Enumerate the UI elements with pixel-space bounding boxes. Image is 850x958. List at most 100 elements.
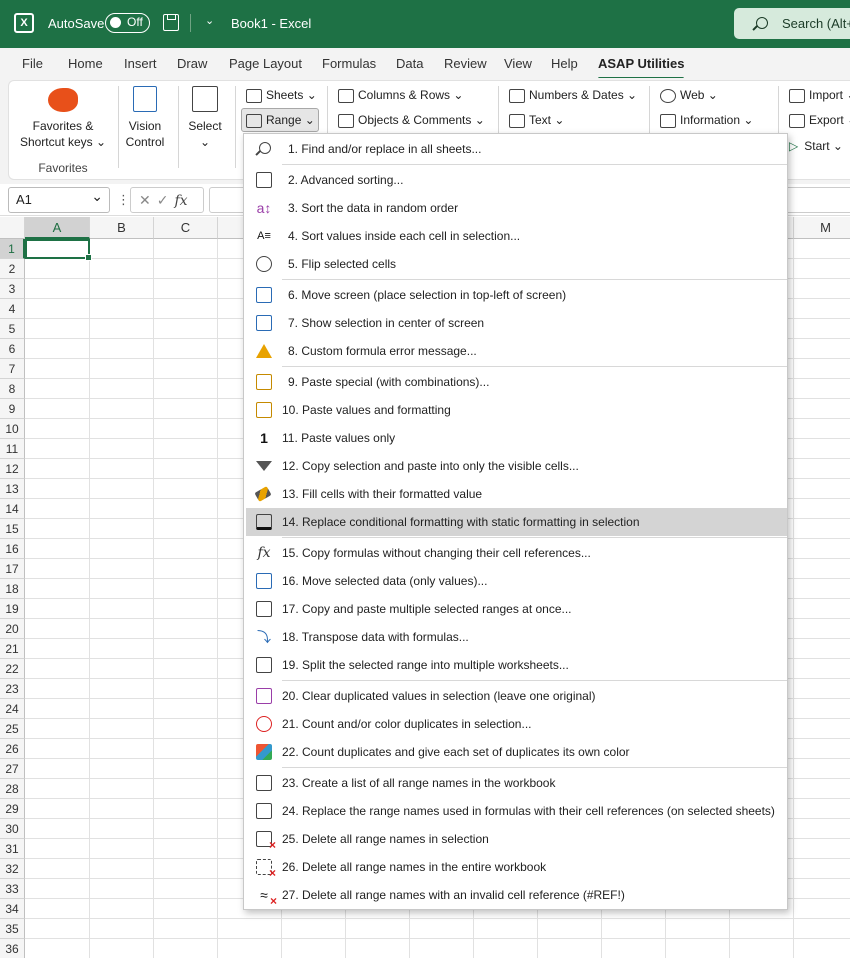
vision-control-button[interactable]: Vision Control (120, 86, 170, 150)
row-header-30[interactable]: 30 (0, 819, 25, 839)
row-header-4[interactable]: 4 (0, 299, 25, 319)
row-header-10[interactable]: 10 (0, 419, 25, 439)
row-header-8[interactable]: 8 (0, 379, 25, 399)
select-all-corner[interactable] (0, 217, 25, 239)
name-box[interactable]: A1 (8, 184, 110, 213)
row-header-14[interactable]: 14 (0, 499, 25, 519)
tab-data[interactable]: Data (396, 56, 423, 71)
tab-asap-utilities[interactable]: ASAP Utilities (598, 56, 685, 80)
menu-item-paste-visible[interactable]: 12. Copy selection and paste into only t… (244, 452, 789, 480)
row-header-3[interactable]: 3 (0, 279, 25, 299)
start-menu[interactable]: ▷ Start ⌄ (789, 139, 843, 153)
menu-item-paste-values-only[interactable]: 1 11. Paste values only (244, 424, 789, 452)
row-header-25[interactable]: 25 (0, 719, 25, 739)
menu-item-paste-special[interactable]: 9. Paste special (with combinations)... (244, 368, 789, 396)
menu-item-transpose[interactable]: ⤵ 18. Transpose data with formulas... (244, 623, 789, 651)
insert-function-icon[interactable]: fx (174, 193, 187, 209)
export-menu[interactable]: Export ⌄ (789, 113, 850, 128)
range-menu[interactable]: Range ⌄ (246, 113, 315, 128)
row-header-33[interactable]: 33 (0, 879, 25, 899)
row-header-19[interactable]: 19 (0, 599, 25, 619)
information-menu[interactable]: Information ⌄ (660, 113, 753, 128)
menu-item-error-message[interactable]: 8. Custom formula error message... (244, 337, 789, 365)
row-header-11[interactable]: 11 (0, 439, 25, 459)
search-box[interactable]: Search (Alt+Q) (734, 8, 850, 39)
row-header-7[interactable]: 7 (0, 359, 25, 379)
menu-item-center-selection[interactable]: 7. Show selection in center of screen (244, 309, 789, 337)
columns-rows-menu[interactable]: Columns & Rows ⌄ (338, 88, 463, 103)
menu-item-list-range-names[interactable]: 23. Create a list of all range names in … (244, 769, 789, 797)
row-header-22[interactable]: 22 (0, 659, 25, 679)
select-button[interactable]: Select ⌄ (182, 86, 228, 150)
tab-home[interactable]: Home (68, 56, 103, 71)
row-header-1[interactable]: 1 (0, 239, 25, 259)
cancel-icon[interactable]: ✕ (139, 192, 157, 208)
menu-item-count-duplicates[interactable]: 21. Count and/or color duplicates in sel… (244, 710, 789, 738)
tab-file[interactable]: File (22, 56, 43, 71)
column-header-a[interactable]: A (25, 217, 90, 239)
text-menu[interactable]: Text ⌄ (509, 113, 564, 128)
row-header-15[interactable]: 15 (0, 519, 25, 539)
tab-page-layout[interactable]: Page Layout (229, 56, 302, 71)
menu-item-move-screen[interactable]: 6. Move screen (place selection in top-l… (244, 281, 789, 309)
sheets-menu[interactable]: Sheets ⌄ (246, 88, 317, 103)
menu-item-delete-invalid-names[interactable]: ≈27. Delete all range names with an inva… (244, 881, 789, 909)
row-header-6[interactable]: 6 (0, 339, 25, 359)
row-header-32[interactable]: 32 (0, 859, 25, 879)
row-header-5[interactable]: 5 (0, 319, 25, 339)
tab-formulas[interactable]: Formulas (322, 56, 376, 71)
tab-insert[interactable]: Insert (124, 56, 157, 71)
tab-help[interactable]: Help (551, 56, 578, 71)
row-header-35[interactable]: 35 (0, 919, 25, 939)
row-header-2[interactable]: 2 (0, 259, 25, 279)
menu-item-random-sort[interactable]: a↕ 3. Sort the data in random order (244, 194, 789, 222)
row-header-29[interactable]: 29 (0, 799, 25, 819)
menu-item-color-duplicates[interactable]: 22. Count duplicates and give each set o… (244, 738, 789, 766)
column-header-m[interactable]: M (794, 217, 850, 239)
enter-icon[interactable]: ✓ (157, 192, 175, 208)
tab-draw[interactable]: Draw (177, 56, 207, 71)
favorites-button[interactable]: Favorites & Shortcut keys ⌄ (14, 88, 112, 150)
tab-review[interactable]: Review (444, 56, 487, 71)
menu-item-delete-names-workbook[interactable]: 26. Delete all range names in the entire… (244, 853, 789, 881)
web-menu[interactable]: Web ⌄ (660, 88, 718, 103)
menu-item-replace-range-names[interactable]: 24. Replace the range names used in form… (244, 797, 789, 825)
row-header-21[interactable]: 21 (0, 639, 25, 659)
more-options-icon[interactable]: ⋮ (117, 192, 130, 208)
row-header-13[interactable]: 13 (0, 479, 25, 499)
menu-item-split-range[interactable]: 19. Split the selected range into multip… (244, 651, 789, 679)
row-header-12[interactable]: 12 (0, 459, 25, 479)
autosave-toggle[interactable]: Off (105, 13, 150, 33)
numbers-dates-menu[interactable]: Numbers & Dates ⌄ (509, 88, 637, 103)
save-icon[interactable] (163, 14, 179, 31)
menu-item-replace-conditional[interactable]: 14. Replace conditional formatting with … (246, 508, 787, 536)
row-header-34[interactable]: 34 (0, 899, 25, 919)
menu-item-fill-formatted[interactable]: 13. Fill cells with their formatted valu… (244, 480, 789, 508)
row-header-36[interactable]: 36 (0, 939, 25, 958)
row-header-23[interactable]: 23 (0, 679, 25, 699)
menu-item-find-replace[interactable]: 1. Find and/or replace in all sheets... (244, 135, 789, 163)
menu-item-sort-in-cell[interactable]: A≡ 4. Sort values inside each cell in sel… (244, 222, 789, 250)
row-header-27[interactable]: 27 (0, 759, 25, 779)
objects-comments-menu[interactable]: Objects & Comments ⌄ (338, 113, 485, 128)
customize-qat-icon[interactable]: ⌄ (205, 14, 214, 27)
row-header-9[interactable]: 9 (0, 399, 25, 419)
menu-item-copy-multiple-ranges[interactable]: 17. Copy and paste multiple selected ran… (244, 595, 789, 623)
import-menu[interactable]: Import ⌄ (789, 88, 850, 103)
row-header-24[interactable]: 24 (0, 699, 25, 719)
menu-item-copy-formulas[interactable]: fx 15. Copy formulas without changing the… (244, 539, 789, 567)
column-header-b[interactable]: B (90, 217, 154, 239)
row-header-26[interactable]: 26 (0, 739, 25, 759)
row-header-16[interactable]: 16 (0, 539, 25, 559)
row-header-20[interactable]: 20 (0, 619, 25, 639)
menu-item-delete-names-selection[interactable]: 25. Delete all range names in selection (244, 825, 789, 853)
row-header-31[interactable]: 31 (0, 839, 25, 859)
column-header-c[interactable]: C (154, 217, 218, 239)
menu-item-paste-values-formatting[interactable]: 10. Paste values and formatting (244, 396, 789, 424)
menu-item-flip-cells[interactable]: 5. Flip selected cells (244, 250, 789, 278)
menu-item-clear-duplicates[interactable]: 20. Clear duplicated values in selection… (244, 682, 789, 710)
row-header-18[interactable]: 18 (0, 579, 25, 599)
row-header-28[interactable]: 28 (0, 779, 25, 799)
active-cell[interactable] (25, 239, 92, 261)
menu-item-advanced-sorting[interactable]: 2. Advanced sorting... (244, 166, 789, 194)
